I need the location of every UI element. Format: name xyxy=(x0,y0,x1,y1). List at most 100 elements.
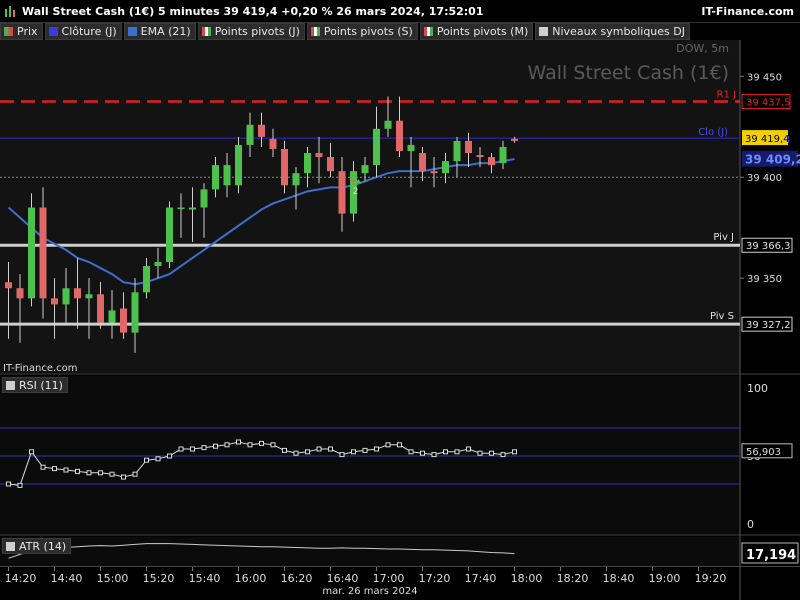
candle-body xyxy=(154,262,162,267)
candle-body xyxy=(511,138,518,141)
atr-swatch-icon xyxy=(6,541,15,551)
rsi-point xyxy=(477,450,483,456)
atr-value-tag: 17,194 xyxy=(746,548,796,563)
rsi-point xyxy=(420,450,425,456)
candle-body xyxy=(51,298,58,305)
candle-body xyxy=(269,138,277,149)
x-tick-label: 18:00 xyxy=(511,572,543,585)
annotation-label: 2 xyxy=(353,187,359,197)
candle-body xyxy=(373,128,380,166)
level-name: Piv S xyxy=(710,311,734,322)
rsi-point xyxy=(98,470,103,476)
rsi-point xyxy=(224,442,230,448)
rsi-point xyxy=(213,443,218,449)
candle-body xyxy=(258,124,265,137)
candle-body xyxy=(465,140,472,154)
rsi-swatch-icon xyxy=(6,380,15,390)
rsi-point xyxy=(282,447,287,453)
rsi-point xyxy=(362,447,368,453)
watermark-small: DOW, 5m xyxy=(676,42,729,55)
candle-body xyxy=(189,207,196,210)
candle-body xyxy=(430,171,438,174)
rsi-point xyxy=(328,446,333,452)
rsi-point xyxy=(408,449,414,455)
rsi-point xyxy=(351,449,356,455)
rsi-point xyxy=(63,467,69,473)
rsi-point xyxy=(454,449,460,455)
rsi-panel-bg xyxy=(0,376,740,534)
level-name: R1 J xyxy=(717,90,736,101)
rsi-point xyxy=(489,450,494,456)
candle-body xyxy=(74,288,81,299)
rsi-point xyxy=(293,450,299,456)
level-tag: 39 366,3 xyxy=(746,241,791,252)
atr-badge[interactable]: ATR (14) xyxy=(2,538,72,554)
x-tick-label: 17:20 xyxy=(419,572,451,585)
candle-body xyxy=(476,155,484,158)
y-tick-label: 39 450 xyxy=(747,72,782,83)
rsi-point xyxy=(17,482,23,488)
rsi-point xyxy=(109,471,115,477)
level-name: Clo (J) xyxy=(698,127,728,138)
rsi-point xyxy=(75,468,80,474)
candle-body xyxy=(143,266,150,293)
y-tick-label: 39 350 xyxy=(747,274,782,285)
candle-body xyxy=(292,173,300,186)
candle-body xyxy=(304,153,311,174)
watermark-large: Wall Street Cash (1€) xyxy=(528,62,729,84)
candle-body xyxy=(97,294,104,323)
rsi-point xyxy=(374,446,379,452)
rsi-point xyxy=(155,456,161,462)
rsi-point xyxy=(339,452,345,458)
candle-body xyxy=(166,207,173,262)
candle-body xyxy=(223,165,231,186)
x-tick-label: 15:40 xyxy=(189,572,221,585)
atr-label: ATR (14) xyxy=(19,539,67,553)
rsi-point xyxy=(466,446,471,452)
rsi-point xyxy=(190,446,195,452)
rsi-point xyxy=(144,457,149,463)
x-tick-label: 17:00 xyxy=(373,572,405,585)
x-tick-label: 16:40 xyxy=(327,572,359,585)
y-tick-label: 39 400 xyxy=(747,173,782,184)
candle-body xyxy=(235,144,242,186)
candle-body xyxy=(85,294,93,299)
x-tick-label: 16:00 xyxy=(235,572,267,585)
rsi-point xyxy=(247,442,253,448)
rsi-point xyxy=(512,449,517,455)
rsi-point xyxy=(201,445,207,451)
candle-body xyxy=(177,207,185,210)
rsi-point xyxy=(132,471,138,477)
rsi-point xyxy=(500,452,506,458)
candle-body xyxy=(281,148,288,186)
candle-body xyxy=(384,120,392,129)
x-tick-label: 16:20 xyxy=(281,572,313,585)
x-date-label: mar. 26 mars 2024 xyxy=(322,586,417,597)
x-tick-label: 15:00 xyxy=(97,572,129,585)
x-tick-label: 15:20 xyxy=(143,572,175,585)
rsi-point xyxy=(121,474,126,480)
candle-body xyxy=(212,165,219,190)
candle-body xyxy=(499,146,507,164)
candle-body xyxy=(442,161,449,174)
x-tick-label: 14:40 xyxy=(51,572,83,585)
rsi-badge[interactable]: RSI (11) xyxy=(2,377,68,393)
candle-body xyxy=(327,157,334,172)
rsi-point xyxy=(236,439,241,445)
candle-body xyxy=(315,153,323,158)
rsi-point xyxy=(86,470,92,476)
rsi-point xyxy=(178,446,184,452)
candle-body xyxy=(200,189,208,208)
candle-body xyxy=(338,171,346,214)
ema-tag: 39 409,2 xyxy=(745,153,800,167)
candle-body xyxy=(39,207,47,299)
watermark-source: IT-Finance.com xyxy=(3,363,78,374)
rsi-tick-label: 100 xyxy=(747,382,768,395)
rsi-point xyxy=(167,453,172,459)
x-tick-label: 18:20 xyxy=(557,572,589,585)
rsi-point xyxy=(385,442,391,448)
rsi-point xyxy=(270,442,276,448)
candle-body xyxy=(419,153,426,172)
candle-body xyxy=(453,140,461,162)
last-price-tag: 39 419,4 xyxy=(745,134,790,145)
